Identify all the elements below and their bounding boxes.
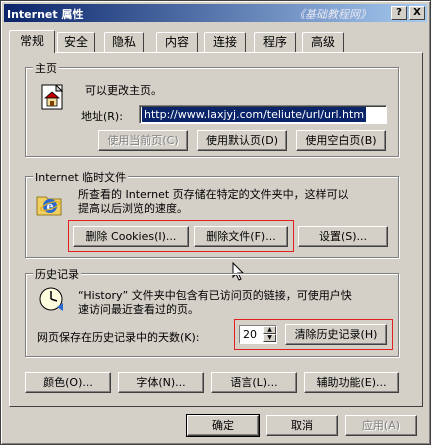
window-title: Internet 属性 [7,8,84,21]
history-group-label: 历史记录 [33,266,81,282]
use-default-page-button[interactable]: 使用默认页(D) [197,130,287,151]
tab-content[interactable]: 内容 [156,32,198,52]
tab-privacy[interactable]: 隐私 [104,32,144,52]
history-clock-icon [37,285,65,313]
home-page-group-label: 主页 [33,60,59,76]
tab-programs[interactable]: 程序 [254,32,296,52]
temp-files-description-2: 提高以后浏览的速度。 [78,202,188,215]
title-bar[interactable]: Internet 属性 《基础教程网》 ? X [4,4,427,22]
cancel-button[interactable]: 取消 [266,415,338,436]
tab-connections[interactable]: 连接 [204,32,246,52]
temp-settings-button[interactable]: 设置(S)... [298,226,388,247]
home-address-input[interactable]: http://www.laxjyj.com/teliute/url/url.ht… [139,105,387,124]
tab-advanced[interactable]: 高级 [302,32,344,52]
history-description-2: 速访问最近查看过的页。 [78,303,199,316]
use-current-page-button[interactable]: 使用当前页(C) [98,130,188,151]
help-button[interactable]: ? [391,6,407,20]
history-days-value: 20 [243,328,257,341]
clear-history-button[interactable]: 清除历史记录(H) [285,324,387,345]
tab-strip: 常规 安全 隐私 内容 连接 程序 高级 [9,30,429,53]
temp-files-group-label: Internet 临时文件 [33,169,129,185]
stepper-up-icon[interactable]: ▲ [263,326,276,334]
tab-general[interactable]: 常规 [9,30,55,53]
house-icon [39,81,67,111]
ok-button[interactable]: 确定 [186,414,260,437]
address-label: 地址(R): [81,110,123,123]
use-blank-page-button[interactable]: 使用空白页(B) [296,130,386,151]
stepper-down-icon[interactable]: ▼ [263,334,276,342]
home-address-value: http://www.laxjyj.com/teliute/url/url.ht… [142,107,367,122]
apply-button[interactable]: 应用(A) [345,415,417,436]
delete-cookies-button[interactable]: 删除 Cookies(I)... [73,226,189,247]
ie-folder-icon: e [35,191,65,217]
watermark-text: 《基础教程网》 [294,8,371,21]
accessibility-button[interactable]: 辅助功能(E)... [304,372,399,393]
internet-options-dialog: Internet 属性 《基础教程网》 ? X 常规 安全 隐私 内容 连接 程… [0,0,431,445]
colors-button[interactable]: 颜色(O)... [25,372,111,393]
languages-button[interactable]: 语言(L)... [211,372,297,393]
history-days-label: 网页保存在历史记录中的天数(K): [37,331,200,344]
tab-security[interactable]: 安全 [57,32,95,52]
fonts-button[interactable]: 字体(N)... [118,372,204,393]
home-page-description: 可以更改主页。 [85,84,162,97]
stepper-buttons: ▲ ▼ [263,326,276,343]
history-days-stepper[interactable]: 20 ▲ ▼ [239,325,277,344]
close-button[interactable]: X [409,6,425,20]
delete-files-button[interactable]: 删除文件(F)... [194,226,288,247]
